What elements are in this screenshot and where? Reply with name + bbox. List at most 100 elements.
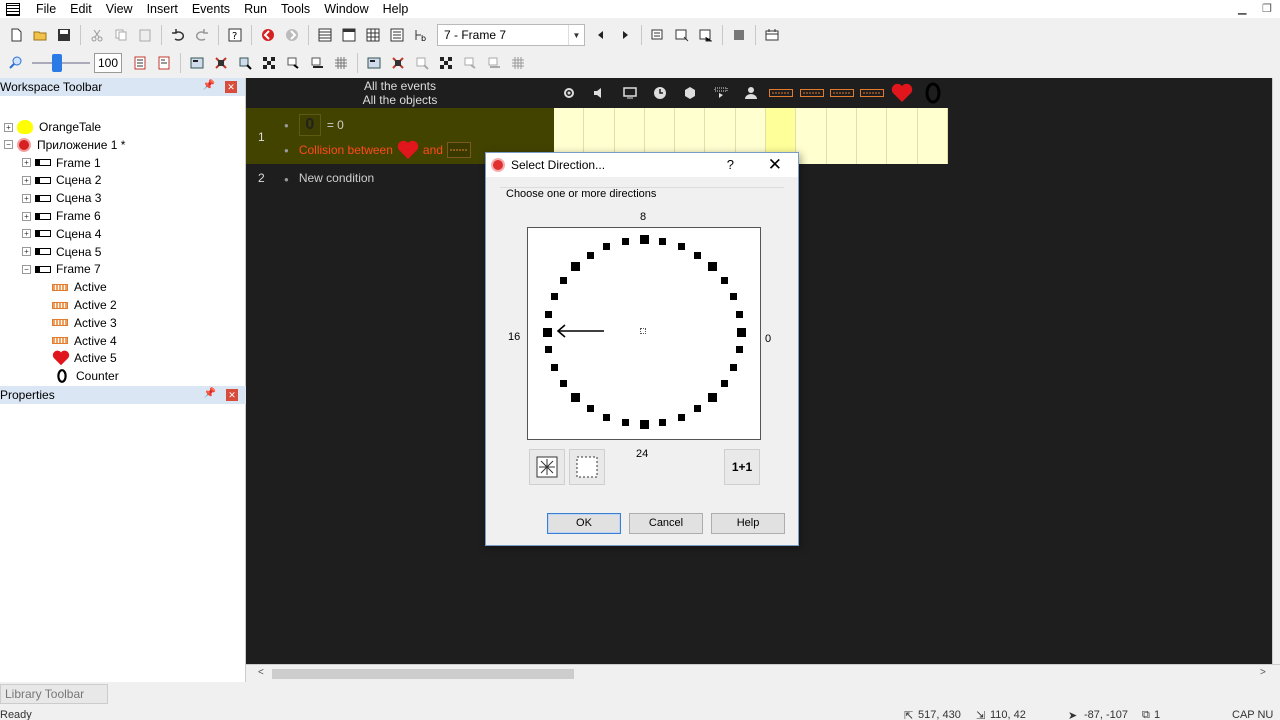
direction-dot[interactable]	[545, 310, 553, 318]
grid-toggle-icon[interactable]	[331, 53, 351, 73]
direction-dot[interactable]	[694, 405, 702, 413]
keyboard-mouse-icon[interactable]	[705, 78, 735, 108]
active-3-object-icon[interactable]	[827, 78, 857, 108]
heart-icon[interactable]	[887, 78, 917, 108]
expand-icon[interactable]: +	[22, 229, 31, 239]
menu-run[interactable]: Run	[238, 0, 275, 18]
tree-item[interactable]: − Frame 7	[22, 260, 101, 278]
storyboard-editor-icon[interactable]	[315, 25, 335, 45]
frame-editor-icon[interactable]	[339, 25, 359, 45]
insert-group-icon[interactable]	[672, 25, 692, 45]
cut-icon[interactable]	[87, 25, 107, 45]
direction-dot[interactable]	[586, 405, 594, 413]
tree-item[interactable]: Active 5	[44, 349, 117, 367]
direction-dot[interactable]	[550, 293, 558, 301]
app-menu-icon[interactable]	[6, 2, 20, 16]
run-frame-icon[interactable]	[282, 25, 302, 45]
close-icon[interactable]: ✕	[225, 81, 237, 93]
collapse-icon[interactable]: −	[22, 264, 31, 274]
pin-icon[interactable]: 📌	[204, 388, 216, 399]
active-2-object-icon[interactable]	[796, 78, 826, 108]
direction-dot-selected[interactable]	[542, 327, 552, 337]
storyboard-controls-icon[interactable]	[615, 78, 645, 108]
menu-tools[interactable]: Tools	[275, 0, 318, 18]
expand-icon[interactable]: +	[22, 158, 31, 168]
layer-icon[interactable]	[364, 53, 384, 73]
direction-dot[interactable]	[545, 346, 553, 354]
align-left-icon[interactable]	[187, 53, 207, 73]
align-center-icon[interactable]	[307, 53, 327, 73]
direction-dot[interactable]	[639, 419, 649, 429]
select-all-directions-button[interactable]	[529, 449, 565, 485]
counter-object-icon[interactable]	[918, 78, 948, 108]
paste-icon[interactable]	[135, 25, 155, 45]
zoom-value-field[interactable]: 100	[94, 53, 122, 73]
next-frame-icon[interactable]	[615, 25, 635, 45]
direction-dot[interactable]	[694, 251, 702, 259]
direction-dot[interactable]	[730, 293, 738, 301]
tree-item[interactable]: Active 4	[44, 332, 117, 350]
action-cell[interactable]	[856, 108, 888, 164]
scroll-left-icon[interactable]: <	[258, 667, 264, 678]
tree-item[interactable]: + Сцена 5	[22, 243, 101, 261]
action-cell[interactable]	[887, 108, 918, 164]
direction-dot[interactable]	[550, 363, 558, 371]
direction-dot[interactable]	[721, 379, 729, 387]
condition-counter-equals[interactable]: ● 0 = 0	[284, 114, 344, 136]
player-icon[interactable]	[736, 78, 766, 108]
menu-edit[interactable]: Edit	[64, 0, 100, 18]
special-conditions-icon[interactable]	[554, 78, 584, 108]
cancel-button[interactable]: Cancel	[629, 513, 703, 534]
scroll-right-icon[interactable]: >	[1260, 667, 1266, 678]
direction-dot[interactable]	[659, 418, 667, 426]
direction-dot[interactable]	[735, 310, 743, 318]
align-top-icon[interactable]	[235, 53, 255, 73]
direction-dot[interactable]	[736, 327, 746, 337]
vertical-scrollbar[interactable]	[1272, 78, 1280, 664]
new-file-icon[interactable]	[6, 25, 26, 45]
redo-icon[interactable]	[192, 25, 212, 45]
move-down-icon[interactable]	[460, 53, 480, 73]
close-icon[interactable]: ✕	[768, 155, 782, 175]
tree-item[interactable]: + Сцена 3	[22, 189, 101, 207]
stop-icon[interactable]	[729, 25, 749, 45]
direction-dot[interactable]	[559, 277, 567, 285]
duplicate-icon[interactable]	[412, 53, 432, 73]
tree-item[interactable]: + Сцена 4	[22, 225, 101, 243]
pin-icon[interactable]: 📌	[203, 80, 215, 91]
direction-dot[interactable]	[559, 379, 567, 387]
all-objects-label[interactable]: All the objects	[246, 93, 554, 107]
direction-dot[interactable]	[570, 262, 580, 272]
direction-dot[interactable]	[639, 235, 649, 245]
object-properties-icon[interactable]	[154, 53, 174, 73]
action-cell[interactable]	[917, 108, 948, 164]
direction-dot[interactable]	[621, 238, 629, 246]
create-objects-icon[interactable]	[675, 78, 705, 108]
horizontal-scrollbar[interactable]: < >	[246, 664, 1280, 682]
menu-window[interactable]: Window	[318, 0, 376, 18]
action-cell[interactable]	[826, 108, 857, 164]
expand-icon[interactable]: +	[22, 175, 31, 185]
previous-frame-icon[interactable]	[591, 25, 611, 45]
insert-line-icon[interactable]	[696, 25, 716, 45]
direction-dot[interactable]	[586, 251, 594, 259]
direction-dot[interactable]	[677, 413, 685, 421]
direction-dot[interactable]	[621, 418, 629, 426]
align-right-icon[interactable]	[211, 53, 231, 73]
checker-icon[interactable]	[259, 53, 279, 73]
align-bottom-icon[interactable]	[283, 53, 303, 73]
ok-button[interactable]: OK	[547, 513, 621, 534]
timer-icon[interactable]	[645, 78, 675, 108]
tree-item[interactable]: Counter	[44, 367, 119, 385]
move-up-icon[interactable]	[484, 53, 504, 73]
tree-item[interactable]: + Сцена 2	[22, 171, 101, 189]
zoom-slider-thumb[interactable]	[52, 54, 62, 72]
tree-item[interactable]: + Frame 1	[22, 154, 101, 172]
action-cell[interactable]	[796, 108, 827, 164]
all-events-label[interactable]: All the events	[246, 79, 554, 93]
active-4-object-icon[interactable]	[857, 78, 887, 108]
clear-directions-button[interactable]	[569, 449, 605, 485]
expand-icon[interactable]: +	[22, 247, 31, 257]
library-toolbar-tab[interactable]: Library Toolbar	[0, 684, 108, 704]
run-application-icon[interactable]	[258, 25, 278, 45]
